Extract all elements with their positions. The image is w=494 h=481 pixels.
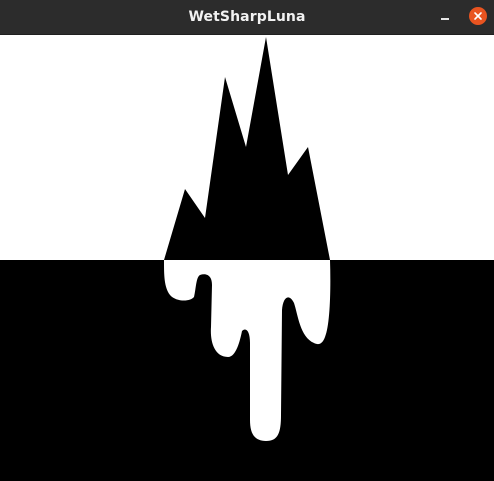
close-icon bbox=[474, 12, 482, 20]
drawing-canvas[interactable] bbox=[0, 35, 494, 481]
window-title: WetSharpLuna bbox=[188, 9, 306, 25]
minimize-button[interactable] bbox=[431, 7, 459, 27]
title-bar[interactable]: WetSharpLuna bbox=[0, 0, 494, 35]
minimize-icon bbox=[441, 18, 449, 20]
close-button[interactable] bbox=[469, 7, 487, 25]
app-window: WetSharpLuna bbox=[0, 0, 494, 481]
